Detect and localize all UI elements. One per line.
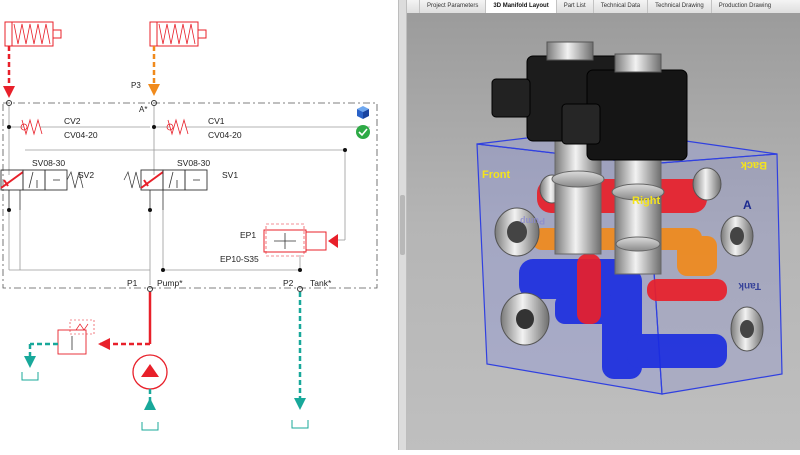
label-cv1: CV1 [208, 116, 225, 126]
flow-arrow-p3 [148, 84, 160, 96]
viewer-panel[interactable]: Project Parameters 3D Manifold Layout Pa… [407, 0, 800, 450]
port-label-pump: Pump [519, 216, 545, 226]
solenoid-valve-sv1[interactable] [123, 169, 208, 210]
port-node-p2 [297, 286, 303, 292]
port-label-tank: Tank [738, 280, 761, 291]
schematic-panel[interactable]: P3 A* CV2 CV04-20 CV1 CV04-20 SV08-30 SV… [0, 0, 398, 450]
flow-arrow-suction [144, 398, 156, 410]
check-valve-cv1[interactable] [166, 118, 189, 136]
relief-valve-ep1[interactable] [263, 223, 338, 257]
panel-splitter[interactable] [398, 0, 407, 450]
tab-bar: Project Parameters 3D Manifold Layout Pa… [407, 0, 800, 14]
pump-symbol[interactable] [132, 354, 168, 390]
label-cv1-model: CV04-20 [208, 130, 242, 140]
label-ep1-model: EP10-S35 [220, 254, 259, 264]
face-label-front: Front [482, 169, 510, 181]
tab-3d-manifold-layout[interactable]: 3D Manifold Layout [485, 0, 556, 13]
label-ep1: EP1 [240, 230, 256, 240]
label-port-a: A* [139, 105, 147, 114]
splitter-grip[interactable] [400, 195, 405, 255]
validation-ok-icon[interactable] [356, 125, 370, 139]
pressure-relief-valve[interactable] [57, 319, 95, 355]
tab-production-drawing[interactable]: Production Drawing [710, 0, 778, 13]
3d-cube-icon[interactable] [357, 106, 369, 119]
junction-dots [7, 125, 347, 272]
manifold-3d-view[interactable]: Front Back Right A Pump Tank [407, 14, 800, 450]
cylinder-2[interactable] [149, 21, 207, 47]
label-sv2-model: SV08-30 [32, 158, 65, 168]
tab-project-parameters[interactable]: Project Parameters [419, 0, 485, 13]
face-label-back: Back [740, 159, 767, 171]
reservoir-symbol-2 [141, 422, 159, 431]
label-cv2: CV2 [64, 116, 81, 126]
face-label-right: Right [632, 195, 660, 207]
port-label-a: A [743, 198, 752, 212]
label-sv1: SV1 [222, 170, 238, 180]
label-tank: Tank* [310, 278, 332, 288]
schematic-canvas[interactable]: P3 A* CV2 CV04-20 CV1 CV04-20 SV08-30 SV… [0, 0, 398, 450]
port-node-p1 [147, 286, 153, 292]
reservoir-symbol-3 [291, 420, 309, 429]
reservoir-symbol-1 [21, 372, 39, 381]
solenoid-valve-sv2[interactable] [0, 169, 84, 210]
flow-arrow-a2 [3, 86, 15, 98]
cylinder-1[interactable] [4, 21, 62, 47]
flow-arrow-tank [294, 398, 306, 410]
label-p2: P2 [283, 278, 294, 288]
tab-technical-data[interactable]: Technical Data [592, 0, 647, 13]
manifold-boundary [2, 102, 378, 289]
label-p3: P3 [131, 81, 141, 90]
flow-arrow-relief [98, 338, 110, 350]
label-sv1-model: SV08-30 [177, 158, 210, 168]
label-p1: P1 [127, 278, 138, 288]
label-pump: Pump* [157, 278, 183, 288]
label-cv2-model: CV04-20 [64, 130, 98, 140]
flow-arrow-drain [24, 356, 36, 368]
tab-part-list[interactable]: Part List [555, 0, 593, 13]
check-valve-cv2[interactable] [20, 118, 43, 136]
tab-technical-drawing[interactable]: Technical Drawing [647, 0, 711, 13]
label-sv2: SV2 [78, 170, 94, 180]
